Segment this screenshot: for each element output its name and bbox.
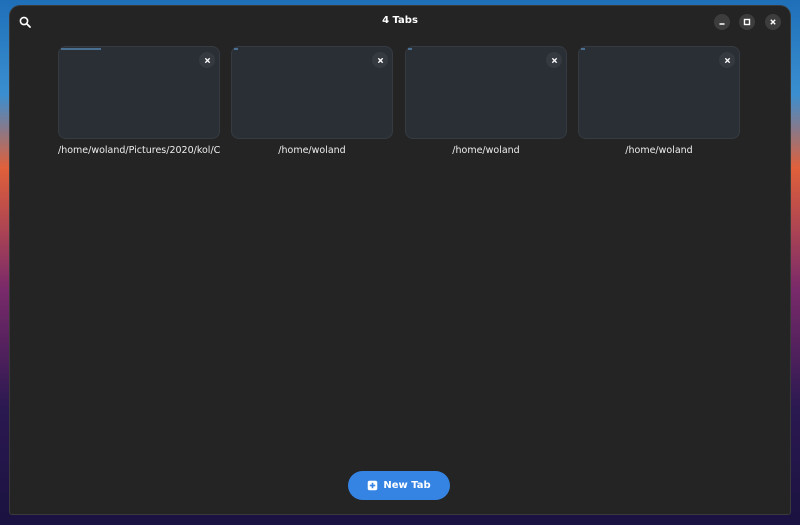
close-icon (770, 19, 776, 25)
tab-close-button[interactable] (546, 52, 562, 68)
new-tab-label: New Tab (383, 480, 431, 491)
tab-card[interactable]: /home/woland (231, 46, 393, 156)
close-icon (377, 57, 383, 63)
tab-card[interactable]: /home/woland (405, 46, 567, 156)
new-tab-button[interactable]: New Tab (348, 471, 450, 500)
thumbnail-preview (581, 48, 585, 50)
tab-thumbnail[interactable] (231, 46, 393, 139)
close-icon (551, 57, 557, 63)
close-icon (724, 57, 730, 63)
tab-close-button[interactable] (372, 52, 388, 68)
tab-thumbnail[interactable] (578, 46, 740, 139)
tab-thumbnail[interactable] (58, 46, 220, 139)
tab-thumbnail[interactable] (405, 46, 567, 139)
minimize-icon (719, 23, 725, 25)
plus-box-icon (368, 480, 378, 491)
tab-card[interactable]: /home/woland (578, 46, 740, 156)
window-title: 4 Tabs (382, 15, 418, 26)
tab-close-button[interactable] (199, 52, 215, 68)
close-icon (204, 57, 210, 63)
tab-label: /home/woland (625, 145, 693, 156)
app-window: 4 Tabs /home/woland/Pictures/2020/kol/Cr… (10, 6, 790, 514)
tab-label: /home/woland (278, 145, 346, 156)
thumbnail-preview (61, 48, 101, 50)
thumbnail-preview (408, 48, 412, 50)
tab-label: /home/woland (452, 145, 520, 156)
tab-label: /home/woland/Pictures/2020/kol/Cr (58, 145, 220, 156)
thumbnail-preview (234, 48, 238, 50)
tab-card[interactable]: /home/woland/Pictures/2020/kol/Cr (58, 46, 220, 156)
tab-close-button[interactable] (719, 52, 735, 68)
close-button[interactable] (765, 14, 781, 30)
maximize-button[interactable] (739, 14, 755, 30)
minimize-button[interactable] (714, 14, 730, 30)
headerbar: 4 Tabs (10, 6, 790, 38)
maximize-icon (743, 18, 751, 26)
